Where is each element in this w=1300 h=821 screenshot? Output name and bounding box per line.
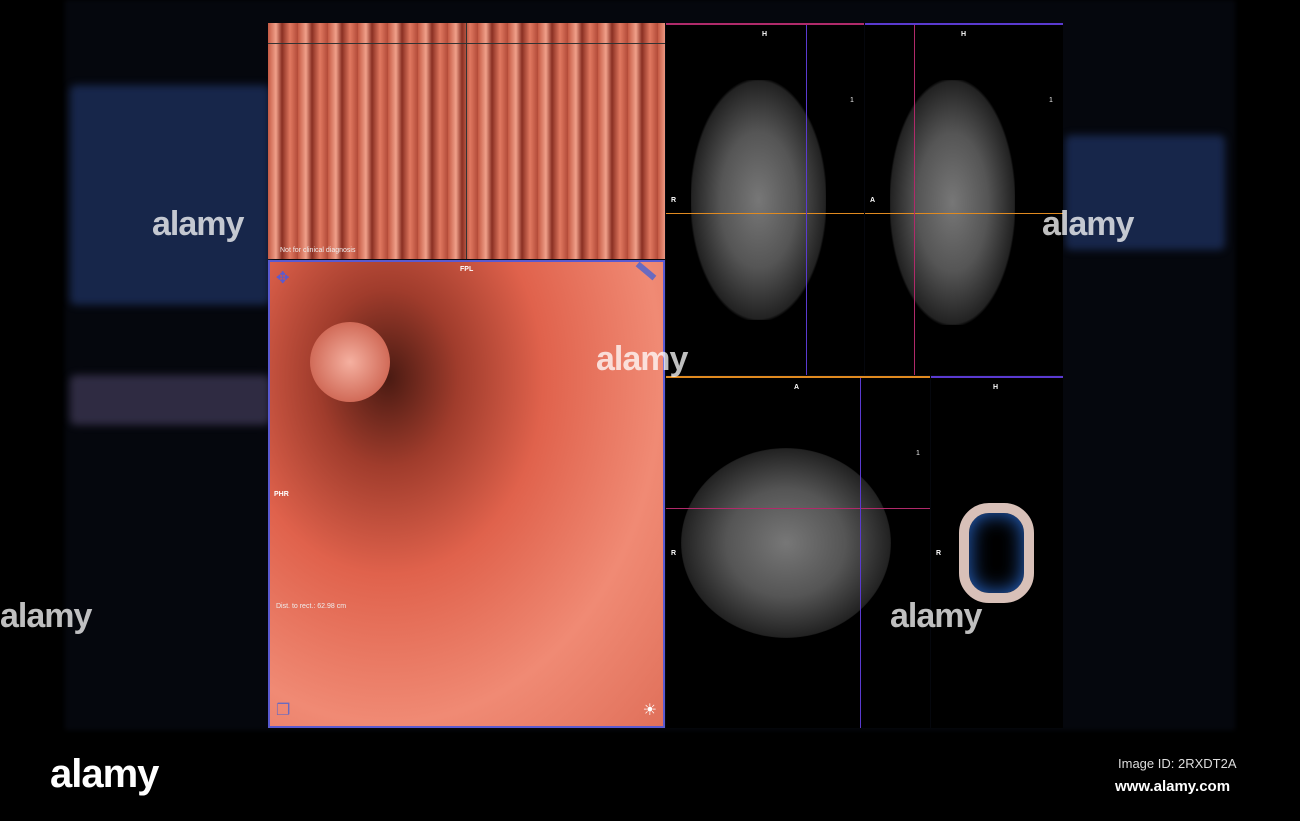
image-id: Image ID: 2RXDT2A (1118, 756, 1237, 771)
watermark-logo: alamy (1042, 205, 1134, 243)
footer-alamy-logo: alamy (50, 752, 159, 796)
sagittal-scale: 1 (1049, 97, 1053, 104)
layers-icon[interactable]: ❐ (276, 700, 290, 720)
coronal-left-label: R (671, 197, 677, 204)
unfolded-colon-view[interactable]: Not for clinical diagnosis (268, 23, 665, 259)
scalpel-tool-icon[interactable] (635, 262, 657, 281)
blurred-toolbar (70, 375, 270, 425)
pan-move-icon[interactable]: ✥ (276, 268, 289, 288)
axial-ct-view[interactable]: A R 1 (666, 376, 930, 728)
volume-top-label: H (993, 384, 999, 391)
sagittal-ct-view[interactable]: H A 1 (865, 23, 1063, 375)
watermark-logo: alamy (0, 597, 92, 635)
watermark-logo: alamy (596, 340, 688, 378)
coronal-scale: 1 (850, 97, 854, 104)
orientation-left-label: PHR (274, 491, 289, 498)
brightness-icon[interactable]: ☀ (643, 700, 657, 720)
axial-left-label: R (671, 550, 677, 557)
axial-top-label: A (794, 384, 800, 391)
watermark-logo: alamy (890, 597, 982, 635)
axial-scale: 1 (916, 450, 920, 457)
sagittal-left-label: A (870, 197, 876, 204)
blurred-tool-panel (70, 85, 270, 305)
colon-volume-render[interactable]: H R (931, 376, 1063, 728)
coronal-ct-view[interactable]: H R 1 (666, 23, 864, 375)
not-for-diagnosis-label: Not for clinical diagnosis (280, 247, 356, 254)
watermark-logo: alamy (152, 205, 244, 243)
volume-left-label: R (936, 550, 942, 557)
alamy-url: www.alamy.com (1115, 778, 1231, 795)
endoscopic-3d-view[interactable]: FPL PHR Dist. to rect.: 62.98 cm ✥ ❐ ☀ (268, 260, 665, 728)
distance-to-rectum-label: Dist. to rect.: 62.98 cm (276, 603, 347, 610)
orientation-top-label: FPL (460, 266, 474, 273)
coronal-top-label: H (762, 31, 768, 38)
sagittal-top-label: H (961, 31, 967, 38)
